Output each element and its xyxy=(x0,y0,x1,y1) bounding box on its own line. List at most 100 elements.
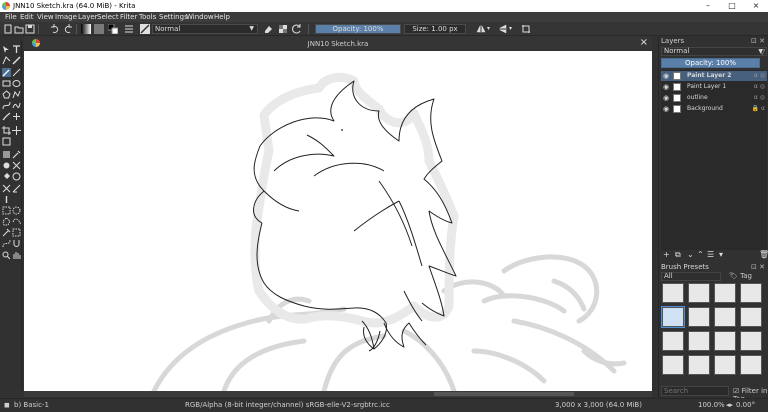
preserve-alpha-icon[interactable] xyxy=(278,24,288,34)
menu-layer[interactable]: Layer xyxy=(78,12,98,22)
gradient-icon[interactable] xyxy=(81,24,91,34)
blend-mode-select[interactable]: Normal ▼ xyxy=(152,24,258,34)
horizontal-scrollbar[interactable] xyxy=(24,391,652,397)
move-layer-up-icon[interactable]: ⌃ xyxy=(697,250,704,259)
lock-icon[interactable]: 🔒 α xyxy=(752,104,765,114)
mirror-horizontal-icon[interactable] xyxy=(476,24,486,34)
layer-blend-mode-select[interactable]: Normal ▼ xyxy=(661,47,767,56)
menu-tools[interactable]: Tools xyxy=(139,12,156,22)
brush-settings-icon[interactable] xyxy=(124,24,134,34)
color-picker-tool-icon[interactable] xyxy=(12,150,21,159)
close-window-button[interactable]: × xyxy=(744,0,768,12)
menu-filter[interactable]: Filter xyxy=(120,12,137,22)
ellipse-tool-icon[interactable] xyxy=(12,79,21,88)
colorize-mask-tool-icon[interactable] xyxy=(2,161,11,170)
brush-preset[interactable] xyxy=(714,331,736,351)
status-rotation[interactable]: 0.00° xyxy=(736,399,755,412)
panel-float-close-icon[interactable]: ⊡ ✕ xyxy=(751,37,765,45)
minimize-button[interactable]: – xyxy=(696,0,720,12)
pattern-icon[interactable] xyxy=(94,24,104,34)
menu-select[interactable]: Select xyxy=(97,12,119,22)
layer-properties-icon[interactable]: α ◎ xyxy=(754,93,765,103)
enclose-fill-tool-icon[interactable] xyxy=(12,172,21,181)
duplicate-layer-icon[interactable]: ⧉ xyxy=(675,250,681,260)
brush-preset[interactable] xyxy=(740,307,762,327)
chevron-down-icon[interactable]: ▾ xyxy=(509,25,512,32)
current-brush-preset-icon[interactable] xyxy=(140,24,150,34)
eye-icon[interactable]: ◉ xyxy=(663,104,669,114)
contiguous-selection-tool-icon[interactable] xyxy=(2,228,11,237)
multibrush-tool-icon[interactable] xyxy=(12,112,21,121)
brush-preset[interactable] xyxy=(688,355,710,375)
rectangle-tool-icon[interactable] xyxy=(2,79,11,88)
rectangular-selection-tool-icon[interactable] xyxy=(2,206,11,215)
polygon-tool-icon[interactable] xyxy=(2,90,11,99)
open-folder-icon[interactable] xyxy=(14,24,24,34)
save-icon[interactable] xyxy=(25,24,35,34)
document-tab[interactable]: JNN10 Sketch.kra × xyxy=(24,36,652,50)
bezier-selection-tool-icon[interactable] xyxy=(2,239,11,248)
size-slider[interactable]: Size: 1.00 px xyxy=(404,24,466,34)
menu-view[interactable]: View xyxy=(37,12,54,22)
reload-preset-icon[interactable] xyxy=(292,24,302,34)
fill-tool-icon[interactable] xyxy=(2,172,11,181)
brush-preset[interactable] xyxy=(688,283,710,303)
wrap-around-icon[interactable] xyxy=(521,24,531,34)
line-tool-icon[interactable] xyxy=(12,68,21,77)
zoom-tool-icon[interactable] xyxy=(2,251,11,260)
menu-image[interactable]: Image xyxy=(55,12,77,22)
freehand-path-tool-icon[interactable] xyxy=(12,101,21,110)
calligraphy-tool-icon[interactable] xyxy=(12,56,21,65)
brush-preset[interactable] xyxy=(688,331,710,351)
select-shapes-tool-icon[interactable] xyxy=(2,45,11,54)
brush-preset[interactable] xyxy=(740,283,762,303)
mirror-vertical-icon[interactable] xyxy=(498,24,508,34)
polygonal-selection-tool-icon[interactable] xyxy=(2,217,11,226)
menu-edit[interactable]: Edit xyxy=(20,12,34,22)
filter-icon[interactable]: ▽ xyxy=(760,48,765,56)
smart-patch-tool-icon[interactable] xyxy=(12,161,21,170)
eye-icon[interactable]: ◉ xyxy=(663,71,669,81)
opacity-slider[interactable]: Opacity: 100% xyxy=(315,24,401,34)
scrollbar-thumb[interactable] xyxy=(434,392,574,396)
bezier-curve-tool-icon[interactable] xyxy=(2,101,11,110)
dynamic-brush-tool-icon[interactable] xyxy=(2,112,11,121)
layer-row-outline[interactable]: ◉ outline α ◎ xyxy=(661,93,767,103)
panel-float-close-icon[interactable]: ⊡ ✕ xyxy=(751,263,765,271)
brush-preset[interactable] xyxy=(662,331,684,351)
chevron-down-icon[interactable]: ▾ xyxy=(719,250,723,259)
undo-icon[interactable] xyxy=(50,24,60,34)
reference-images-tool-icon[interactable] xyxy=(2,195,11,204)
menu-file[interactable]: File xyxy=(5,12,17,22)
elliptical-selection-tool-icon[interactable] xyxy=(12,206,21,215)
brush-filter-select[interactable]: All xyxy=(661,272,721,281)
pan-tool-icon[interactable] xyxy=(12,251,21,260)
menu-help[interactable]: Help xyxy=(214,12,230,22)
layer-opacity-slider[interactable]: Opacity: 100% xyxy=(661,58,760,68)
similar-color-selection-tool-icon[interactable] xyxy=(12,228,21,237)
layer-row-background[interactable]: ◉ Background 🔒 α xyxy=(661,104,767,114)
eye-icon[interactable]: ◉ xyxy=(663,93,669,103)
add-layer-icon[interactable]: + xyxy=(663,250,670,259)
layer-properties-icon[interactable]: α ◎ xyxy=(754,71,765,81)
close-document-button[interactable]: × xyxy=(640,37,648,48)
brush-preset-selected[interactable] xyxy=(661,306,685,328)
brush-preset[interactable] xyxy=(662,355,684,375)
menu-window[interactable]: Window xyxy=(186,12,214,22)
brush-preset[interactable] xyxy=(688,307,710,327)
assistant-tool-icon[interactable] xyxy=(2,184,11,193)
polyline-tool-icon[interactable] xyxy=(12,90,21,99)
transform-tool-icon[interactable] xyxy=(2,137,11,146)
text-tool-icon[interactable] xyxy=(12,45,21,54)
brush-preset[interactable] xyxy=(714,307,736,327)
layer-row-paint-layer-1[interactable]: ◉ Paint Layer 1 α ◎ xyxy=(661,82,767,92)
freehand-selection-tool-icon[interactable] xyxy=(12,217,21,226)
brush-tag-button[interactable]: 🏷 Tag xyxy=(729,272,759,281)
brush-preset[interactable] xyxy=(714,355,736,375)
drawing-canvas[interactable] xyxy=(24,51,652,391)
maximize-button[interactable]: □ xyxy=(720,0,744,12)
brush-preset[interactable] xyxy=(662,283,684,303)
gradient-tool-icon[interactable] xyxy=(2,150,11,159)
freehand-brush-tool-icon[interactable] xyxy=(2,68,11,77)
move-layer-down-icon[interactable]: ⌄ xyxy=(687,250,694,259)
